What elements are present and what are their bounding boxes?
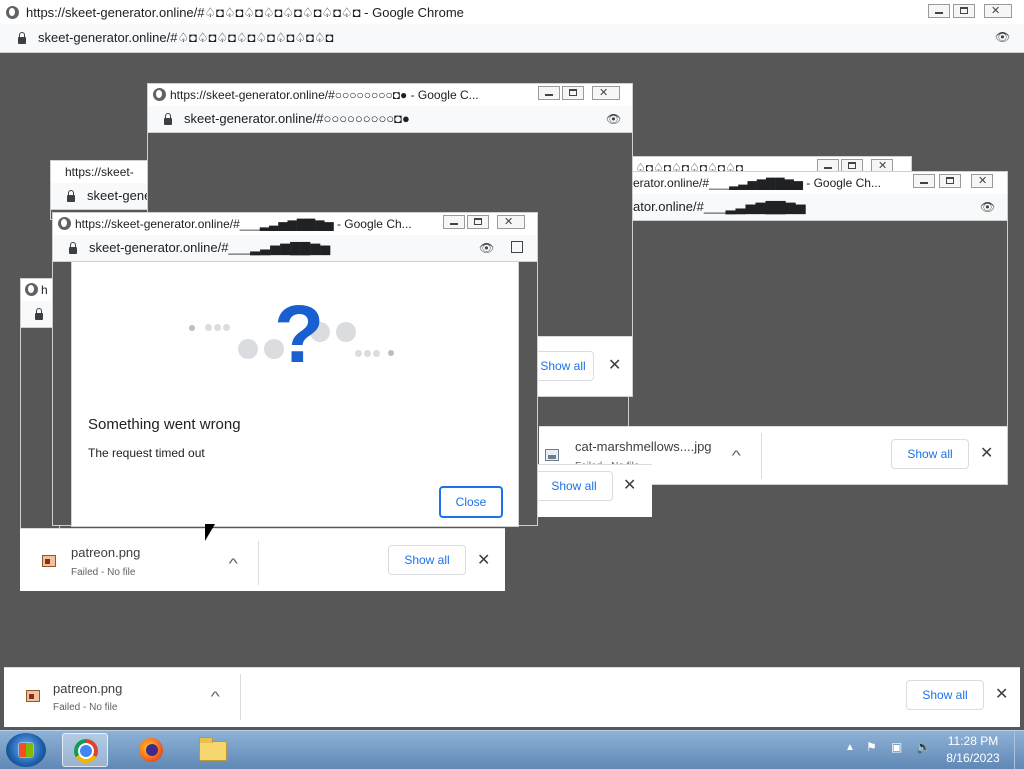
main-window-title: https://skeet-generator.online/#♤◘♤◘♤◘♤◘…	[26, 5, 464, 20]
clock-date[interactable]: 8/16/2023	[940, 751, 1006, 765]
download-filename[interactable]: patreon.png	[53, 681, 122, 696]
lock-icon	[67, 190, 75, 202]
reader-mode-icon[interactable]	[511, 241, 523, 253]
close-window-button[interactable]	[984, 4, 1012, 18]
show-hidden-icons-icon[interactable]: ▲	[845, 742, 855, 753]
show-all-button[interactable]: Show all	[532, 351, 594, 381]
window-title: https://skeet-generator.online/#___▂▃▅▆▇…	[75, 217, 412, 231]
chevron-up-icon[interactable]: ^	[229, 555, 238, 571]
maximize-button[interactable]	[467, 215, 489, 229]
main-title-bar: https://skeet-generator.online/#♤◘♤◘♤◘♤◘…	[0, 0, 1024, 25]
start-button[interactable]	[6, 733, 46, 767]
main-address-bar[interactable]: skeet-generator.online/#♤◘♤◘♤◘♤◘♤◘♤◘♤◘♤◘…	[0, 24, 1024, 53]
main-url[interactable]: skeet-generator.online/#♤◘♤◘♤◘♤◘♤◘♤◘♤◘♤◘	[38, 30, 334, 46]
close-icon[interactable]: ✕	[477, 550, 490, 570]
eye-icon[interactable]: 👁	[995, 30, 1010, 44]
clock-time[interactable]: 11:28 PM	[940, 734, 1006, 748]
eye-icon[interactable]: 👁	[479, 241, 494, 255]
show-all-button[interactable]: Show all	[906, 680, 984, 710]
question-mark-icon: ?	[274, 289, 325, 380]
minimize-button[interactable]	[538, 86, 560, 100]
chrome-icon	[74, 739, 98, 763]
image-file-icon	[545, 449, 559, 461]
eye-icon[interactable]: 👁	[980, 200, 995, 214]
maximize-button[interactable]	[562, 86, 584, 100]
png-file-icon	[42, 555, 56, 567]
minimize-button[interactable]	[913, 174, 935, 188]
lock-icon	[18, 32, 26, 44]
window-title: erator.online/#___▂▃▅▆▇▇▆▅ - Google Ch..…	[633, 176, 881, 190]
taskbar: ▲ ⚑ ▣ 🔈 11:28 PM 8/16/2023	[0, 730, 1024, 769]
globe-icon	[58, 217, 71, 230]
close-window-button[interactable]	[497, 215, 525, 229]
divider	[258, 541, 259, 585]
taskbar-firefox[interactable]	[128, 733, 174, 767]
dialog-close-button[interactable]: Close	[439, 486, 503, 518]
close-window-button[interactable]	[971, 174, 993, 188]
download-bar-top: Show all ✕	[532, 336, 632, 396]
lock-icon	[164, 113, 172, 125]
maximize-button[interactable]	[939, 174, 961, 188]
window-url: skeet-gene	[87, 188, 149, 203]
globe-icon	[153, 88, 166, 101]
lock-icon	[35, 308, 43, 320]
minimize-button[interactable]	[443, 215, 465, 229]
show-all-button[interactable]: Show all	[535, 471, 613, 501]
window-title: https://skeet-	[65, 165, 134, 179]
window-url[interactable]: skeet-generator.online/#___▂▃▅▆▇▇▆▅	[89, 240, 330, 256]
download-filename[interactable]: cat-marshmellows....jpg	[575, 439, 712, 454]
dialog-message: The request timed out	[88, 446, 205, 460]
window-title: h	[41, 283, 48, 297]
divider	[761, 433, 762, 479]
taskbar-file-explorer[interactable]	[190, 733, 236, 767]
download-bar-front: patreon.png Failed - No file ^ Show all …	[20, 528, 505, 591]
close-icon[interactable]: ✕	[995, 684, 1008, 704]
chevron-up-icon[interactable]: ^	[732, 447, 741, 463]
show-all-button[interactable]: Show all	[891, 439, 969, 469]
window-url[interactable]: skeet-generator.online/#○○○○○○○○○◘●	[184, 111, 410, 126]
window-url[interactable]: ator.online/#___▂▃▅▆▇▇▆▅	[633, 199, 806, 215]
close-window-button[interactable]	[592, 86, 620, 100]
divider	[240, 674, 241, 720]
network-icon[interactable]: ▣	[891, 740, 902, 754]
mouse-cursor	[205, 524, 215, 541]
png-file-icon	[26, 690, 40, 702]
download-status: Failed - No file	[53, 702, 118, 713]
file-explorer-icon	[199, 737, 227, 761]
eye-icon[interactable]: 👁	[606, 112, 621, 126]
close-icon[interactable]: ✕	[623, 475, 636, 495]
taskbar-chrome[interactable]	[62, 733, 108, 767]
minimize-button[interactable]	[928, 4, 950, 18]
popup-window-right: erator.online/#___▂▃▅▆▇▇▆▅ - Google Ch..…	[539, 171, 1008, 485]
window-title: https://skeet-generator.online/#○○○○○○○○…	[170, 88, 479, 102]
volume-muted-icon[interactable]: 🔈	[916, 740, 931, 754]
show-desktop-button[interactable]	[1014, 731, 1024, 769]
lock-icon	[69, 242, 77, 254]
close-icon[interactable]: ✕	[980, 443, 993, 463]
download-filename[interactable]: patreon.png	[71, 545, 140, 560]
download-bar-main: patreon.png Failed - No file ^ Show all …	[4, 667, 1020, 727]
download-status: Failed - No file	[71, 567, 136, 578]
flag-alert-icon[interactable]: ⚑	[866, 740, 877, 754]
chevron-up-icon[interactable]: ^	[211, 688, 220, 704]
globe-icon	[6, 6, 19, 19]
dialog-title: Something went wrong	[88, 416, 241, 433]
show-all-button[interactable]: Show all	[388, 545, 466, 575]
error-dialog: ? Something went wrong The request timed…	[71, 261, 519, 527]
popup-window-back-left: https://skeet- skeet-gene	[50, 160, 150, 220]
download-bar-middle: Show all ✕	[535, 464, 652, 517]
maximize-button[interactable]	[953, 4, 975, 18]
firefox-icon	[139, 738, 163, 762]
globe-icon	[25, 283, 38, 296]
close-icon[interactable]: ✕	[608, 355, 621, 375]
